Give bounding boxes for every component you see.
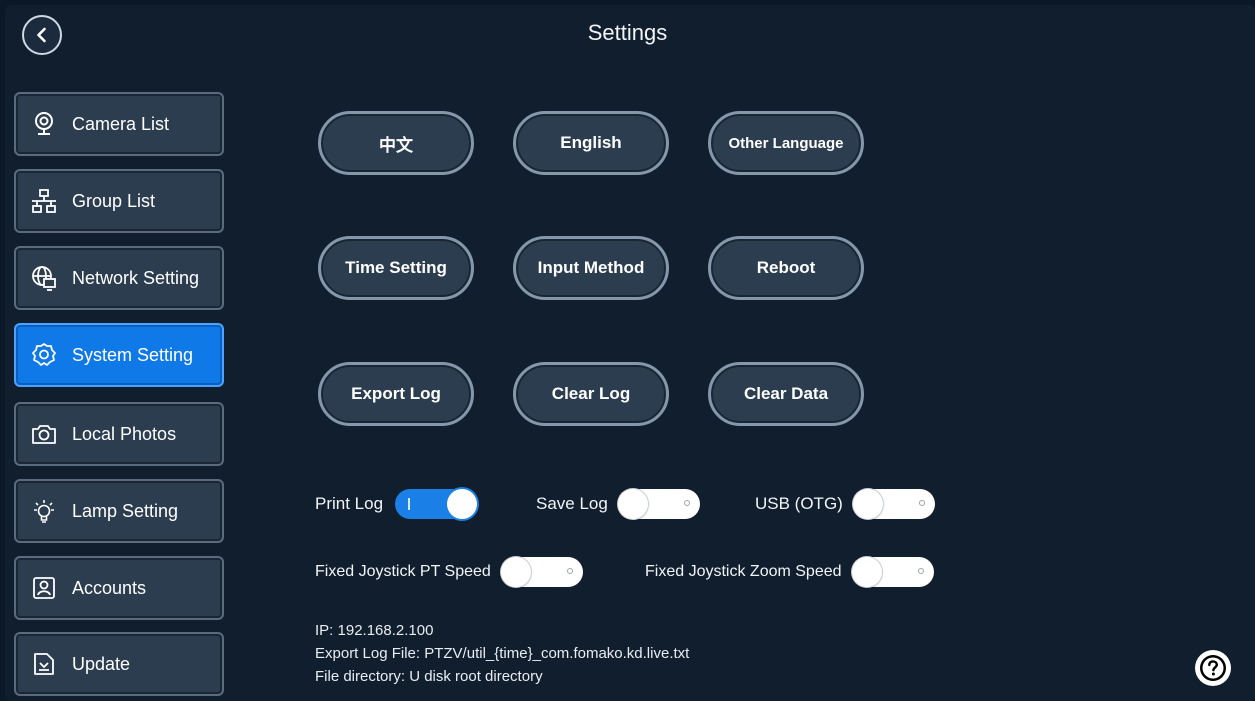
usb-otg-setting: USB (OTG) <box>755 489 935 519</box>
usb-otg-label: USB (OTG) <box>755 494 843 513</box>
network-globe-icon <box>30 264 58 292</box>
english-language-button[interactable]: English <box>513 111 669 175</box>
sidebar-item-label: Group List <box>72 190 156 211</box>
save-log-toggle[interactable] <box>617 489 700 519</box>
fixed-joystick-pt-speed-setting: Fixed Joystick PT Speed <box>315 557 583 587</box>
clear-log-button[interactable]: Clear Log <box>513 362 669 426</box>
webcam-icon <box>30 110 58 138</box>
sidebar-item-group-list[interactable]: Group List <box>14 169 224 233</box>
account-icon <box>30 574 58 602</box>
time-setting-button[interactable]: Time Setting <box>318 236 474 300</box>
sidebar-item-label: Accounts <box>72 577 147 598</box>
sidebar-item-system-setting[interactable]: System Setting <box>14 323 224 387</box>
update-icon <box>30 650 58 678</box>
print-log-setting: Print Log <box>315 489 478 519</box>
lightbulb-icon <box>30 497 58 525</box>
sidebar-item-accounts[interactable]: Accounts <box>14 556 224 620</box>
reboot-button[interactable]: Reboot <box>708 236 864 300</box>
other-language-button[interactable]: Other Language <box>708 111 864 175</box>
hierarchy-icon <box>30 187 58 215</box>
sidebar-item-label: Local Photos <box>72 423 177 444</box>
sidebar-item-label: Camera List <box>72 113 170 134</box>
chinese-language-button[interactable]: 中文 <box>318 111 474 175</box>
save-log-setting: Save Log <box>536 489 700 519</box>
fixed-joystick-zoom-speed-setting: Fixed Joystick Zoom Speed <box>645 557 934 587</box>
sidebar-item-label: Lamp Setting <box>72 500 179 521</box>
save-log-label: Save Log <box>536 494 608 513</box>
print-log-toggle[interactable] <box>395 489 478 519</box>
fixed-joystick-pt-speed-label: Fixed Joystick PT Speed <box>315 563 491 580</box>
export-log-file-text: Export Log File: PTZV/util_{time}_com.fo… <box>315 645 690 662</box>
camera-icon <box>30 420 58 448</box>
file-directory-text: File directory: U disk root directory <box>315 668 543 685</box>
sidebar-item-local-photos[interactable]: Local Photos <box>14 402 224 466</box>
clear-data-button[interactable]: Clear Data <box>708 362 864 426</box>
fixed-joystick-zoom-speed-label: Fixed Joystick Zoom Speed <box>645 563 842 580</box>
print-log-label: Print Log <box>315 494 384 513</box>
page-title: Settings <box>587 20 668 45</box>
fixed-joystick-zoom-speed-toggle[interactable] <box>851 557 934 587</box>
help-icon[interactable] <box>1195 650 1231 686</box>
export-log-button[interactable]: Export Log <box>318 362 474 426</box>
fixed-joystick-pt-speed-toggle[interactable] <box>500 557 583 587</box>
input-method-button[interactable]: Input Method <box>513 236 669 300</box>
sidebar-item-label: System Setting <box>72 344 194 365</box>
sidebar-item-label: Network Setting <box>72 267 200 288</box>
sidebar-item-lamp-setting[interactable]: Lamp Setting <box>14 479 224 543</box>
sidebar-item-network-setting[interactable]: Network Setting <box>14 246 224 310</box>
ip-address-text: IP: 192.168.2.100 <box>315 622 434 639</box>
sidebar-item-update[interactable]: Update <box>14 632 224 696</box>
sidebar-item-label: Update <box>72 653 131 674</box>
sidebar-item-camera-list[interactable]: Camera List <box>14 92 224 156</box>
usb-otg-toggle[interactable] <box>852 489 935 519</box>
gear-icon <box>30 341 58 369</box>
